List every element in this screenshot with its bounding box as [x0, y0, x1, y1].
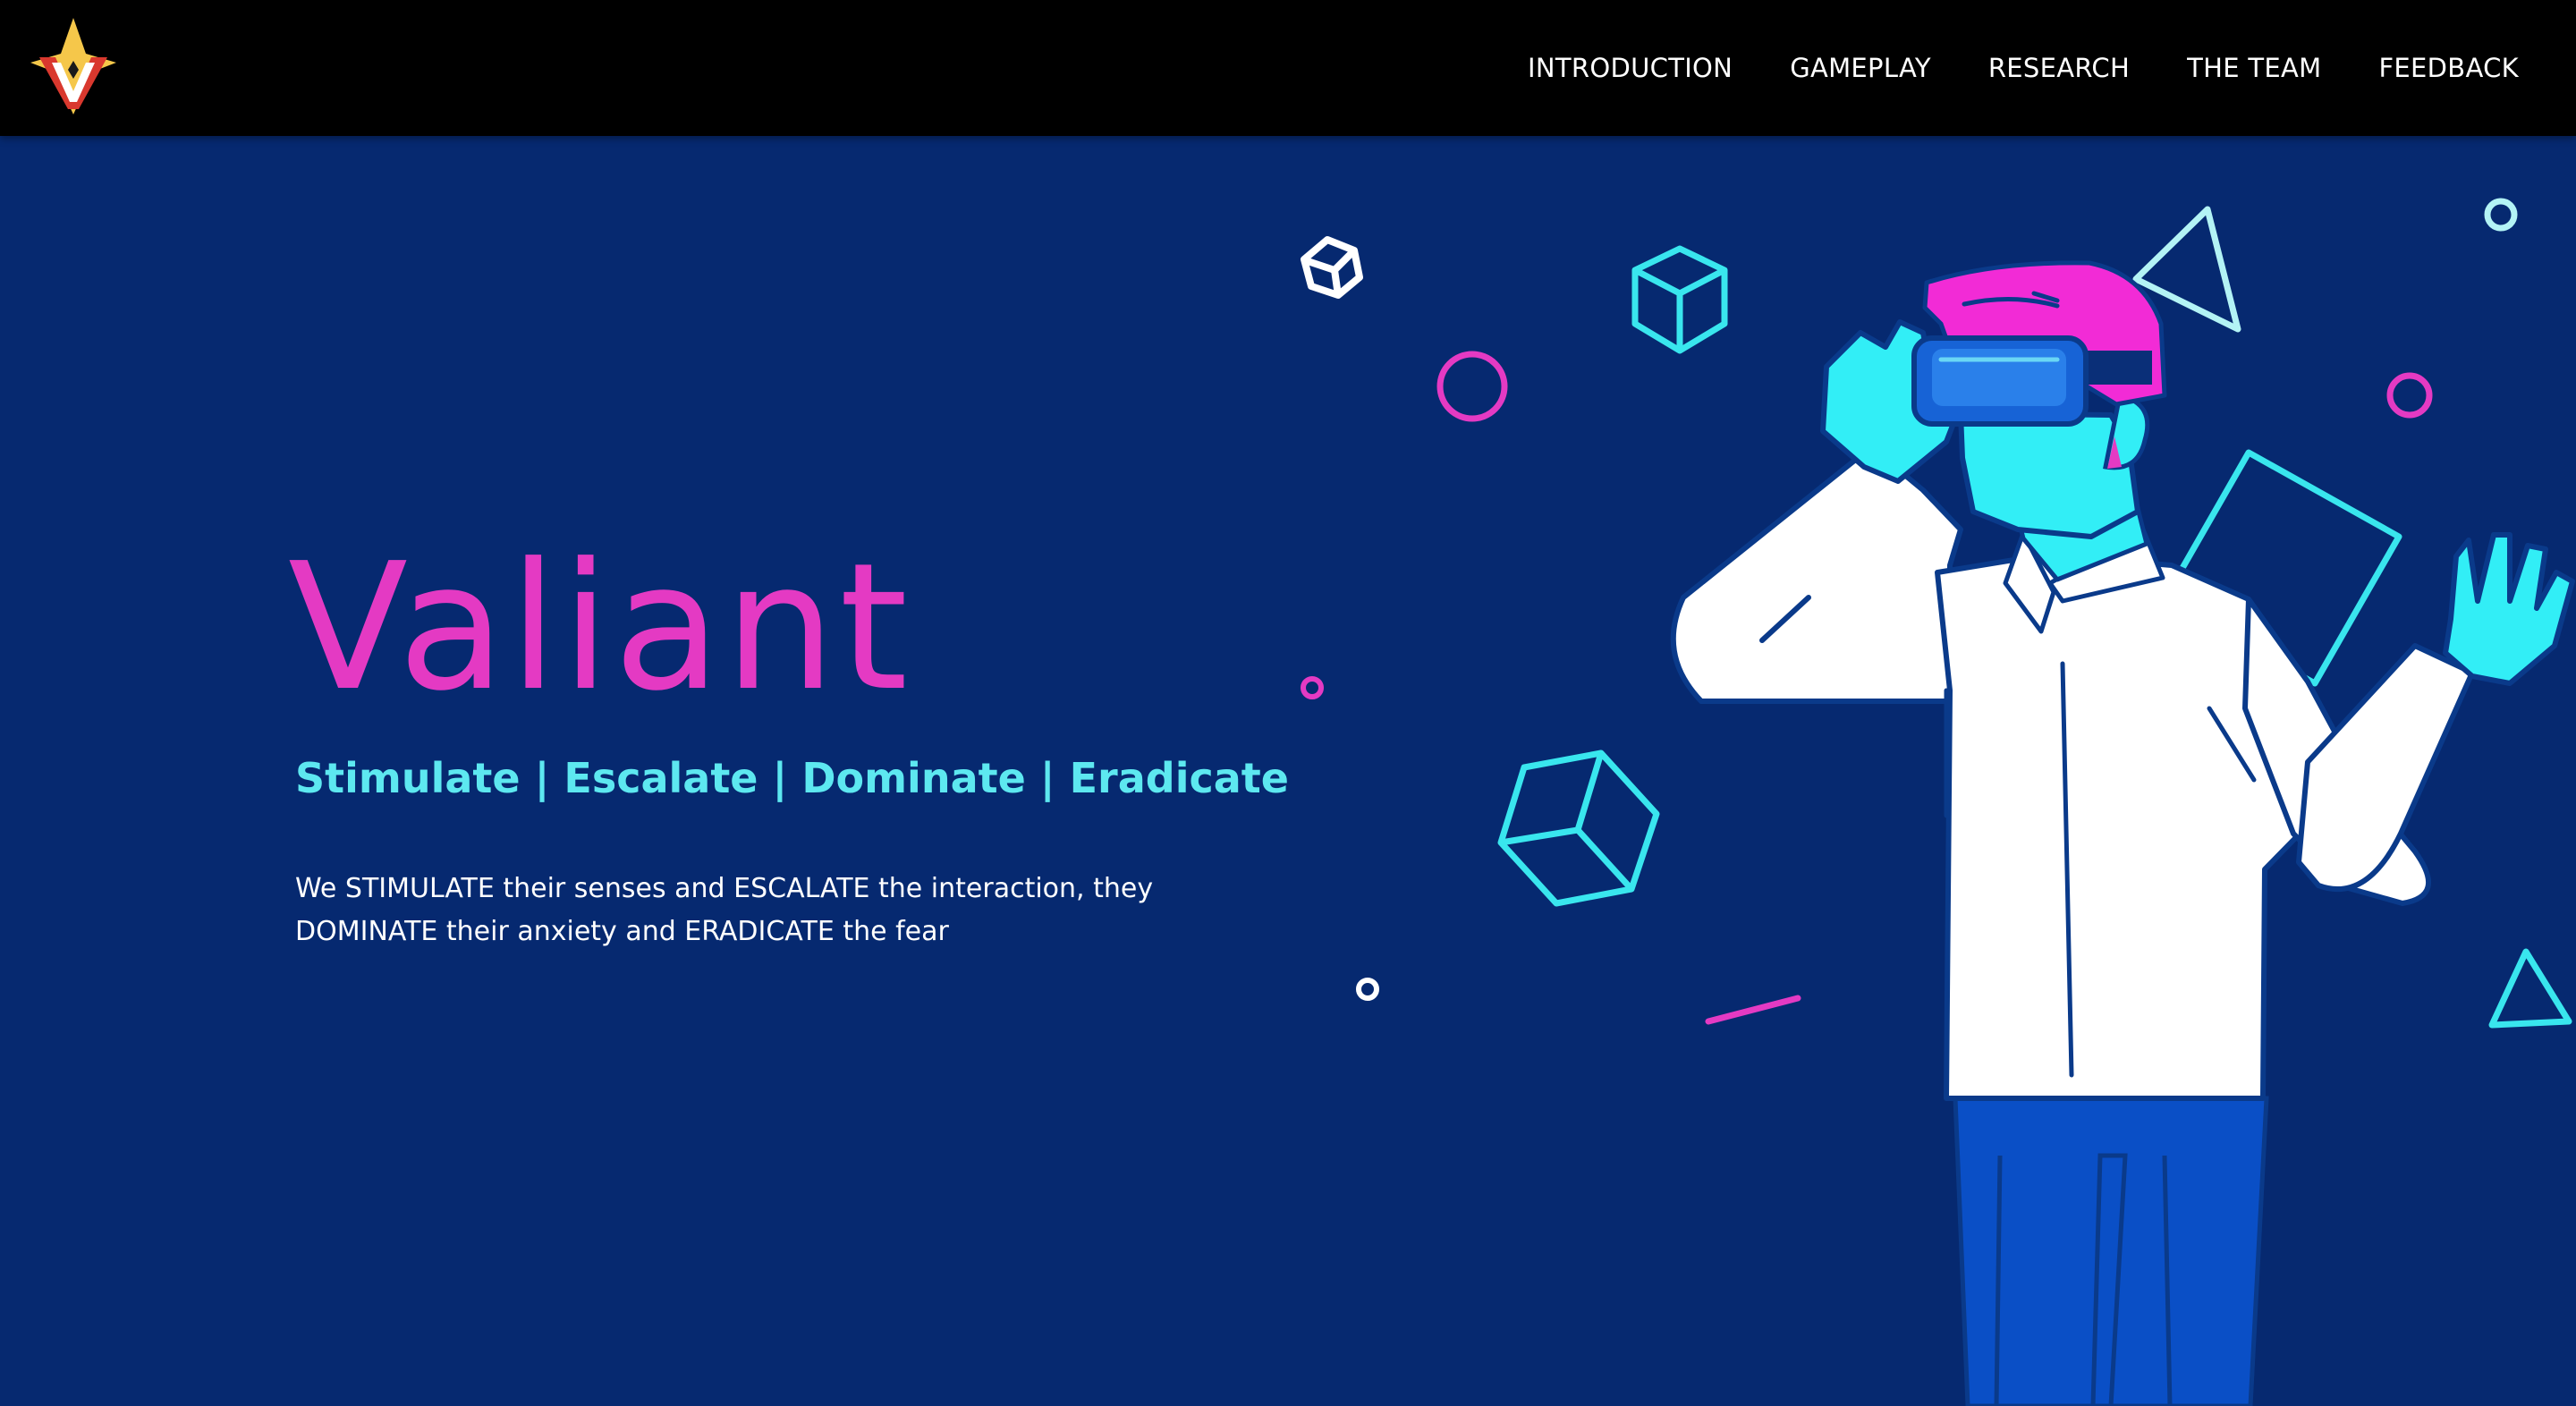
hair: [1922, 260, 2167, 407]
face: [1958, 411, 2140, 539]
pink-ring-shape: [1436, 351, 1508, 422]
shirt: [1935, 552, 2355, 1101]
hero-section: Valiant Stimulate | Escalate | Dominate …: [0, 136, 2576, 1406]
left-arm: [1670, 445, 1963, 704]
cyan-cube-shape-top: [1631, 245, 1728, 354]
top-navbar: INTRODUCTION GAMEPLAY RESEARCH THE TEAM …: [0, 0, 2576, 136]
nav-link-gameplay[interactable]: GAMEPLAY: [1790, 53, 1931, 83]
triangle-outline-shape-top: [2132, 206, 2241, 333]
small-white-ring-shape: [1356, 978, 1379, 1001]
small-cyan-ring-shape: [2484, 198, 2518, 232]
cyan-cube-shape-lower: [1497, 750, 1660, 907]
small-pink-ring-shape: [1301, 676, 1324, 699]
valiant-logo-icon[interactable]: [29, 16, 118, 116]
main-nav: INTRODUCTION GAMEPLAY RESEARCH THE TEAM …: [1528, 0, 2519, 136]
left-hand: [1820, 319, 1962, 484]
collar: [2003, 527, 2165, 634]
pants: [1953, 1096, 2269, 1406]
cyan-square-shape: [2161, 449, 2402, 687]
nav-link-introduction[interactable]: INTRODUCTION: [1528, 53, 1733, 83]
hero-title: Valiant: [288, 526, 912, 730]
triangle-outline-shape-bottom: [2488, 948, 2572, 1029]
neck: [2012, 491, 2149, 582]
right-hand: [2443, 532, 2575, 686]
vr-headset-icon: [1911, 335, 2152, 427]
pink-dash-shape: [1705, 995, 1801, 1025]
right-forearm: [2296, 643, 2475, 892]
nav-link-feedback[interactable]: FEEDBACK: [2378, 53, 2519, 83]
right-arm: [2242, 597, 2432, 906]
white-cube-shape: [1301, 236, 1363, 299]
hero-description: We STIMULATE their senses and ESCALATE t…: [295, 873, 1154, 947]
nav-link-the-team[interactable]: THE TEAM: [2187, 53, 2321, 83]
pink-ring-shape-right: [2386, 372, 2433, 419]
nav-link-research[interactable]: RESEARCH: [1988, 53, 2130, 83]
hero-subtitle: Stimulate | Escalate | Dominate | Eradic…: [295, 754, 1289, 802]
